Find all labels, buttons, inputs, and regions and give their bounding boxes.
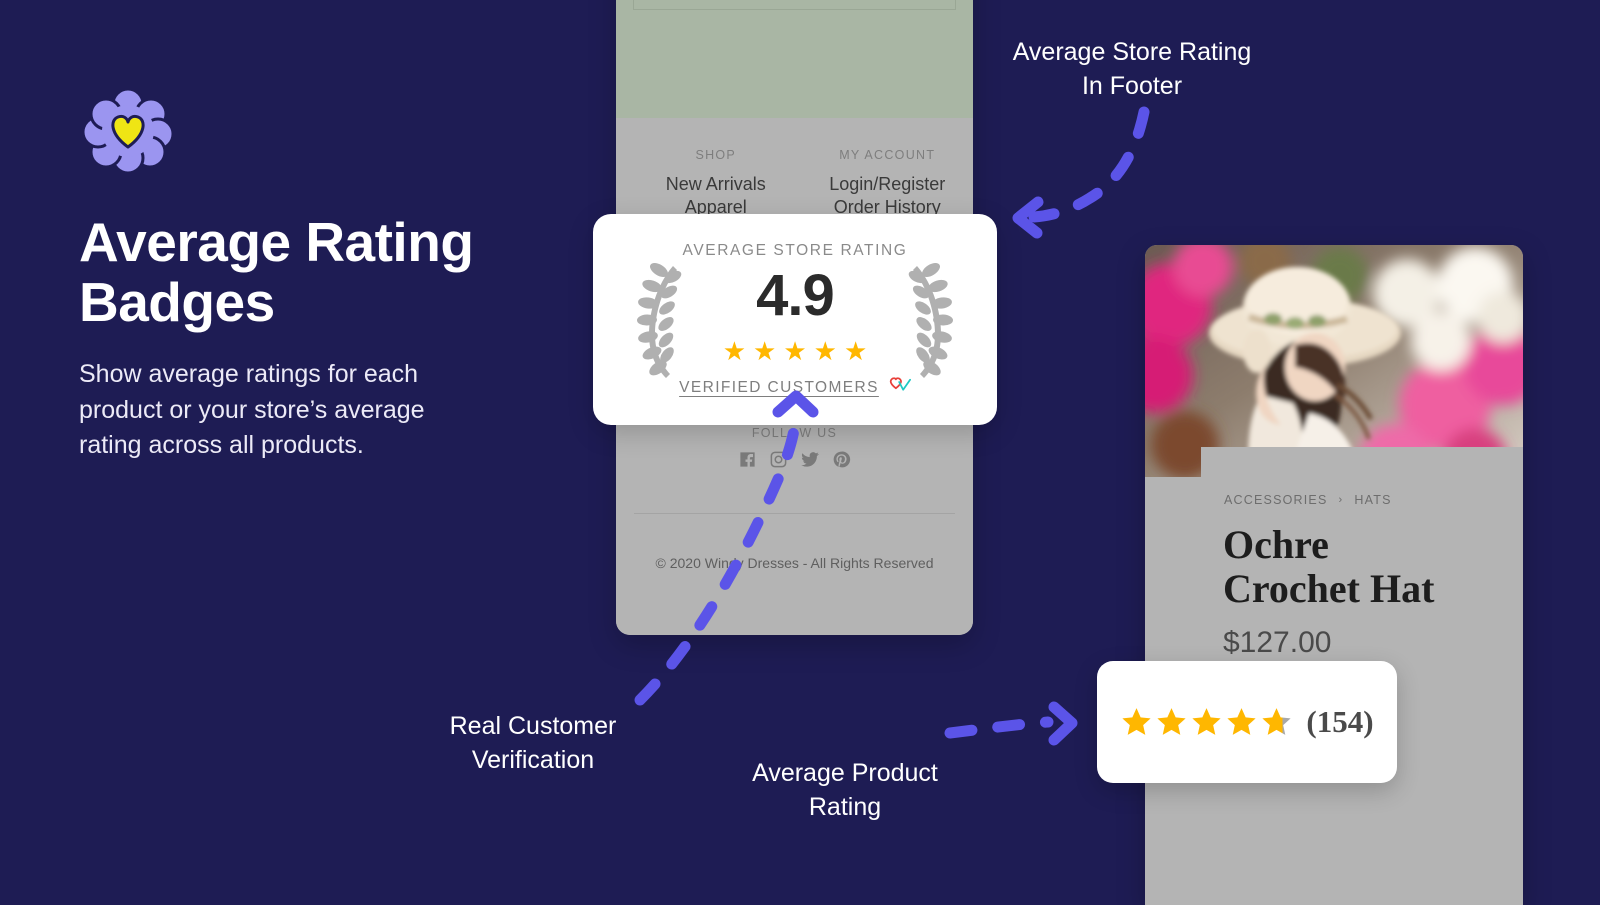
follow-us-heading: FOLLOW US xyxy=(751,426,838,440)
verified-customers-link[interactable]: VERIFIED CUSTOMERS xyxy=(593,377,997,399)
average-store-rating-badge[interactable]: AVERAGE STORE RATING 4.9 ★ ★ ★ ★ ★ VERIF… xyxy=(593,214,997,425)
copyright-text: © 2020 Windy Dresses - All Rights Reserv… xyxy=(655,555,934,571)
slide-canvas: Average Rating Badges Show average ratin… xyxy=(0,0,1600,905)
star-icon xyxy=(1157,708,1187,735)
product-title-line1: Ochre xyxy=(1223,522,1329,567)
star-icon: ★ xyxy=(843,336,868,366)
footer-link[interactable]: New Arrivals xyxy=(630,173,802,196)
star-icon: ★ xyxy=(813,336,837,366)
facebook-icon[interactable] xyxy=(738,450,757,469)
star-icon xyxy=(1122,708,1152,735)
store-rating-score: 4.9 xyxy=(756,263,835,328)
star-icon xyxy=(1227,708,1257,735)
annotation-footer-rating: Average Store Rating In Footer xyxy=(1012,38,1252,100)
product-price: $127.00 xyxy=(1223,626,1332,659)
footer-divider xyxy=(634,513,955,514)
chevron-right-icon: › xyxy=(1338,494,1344,506)
average-product-rating-badge[interactable]: (154) xyxy=(1097,661,1397,783)
star-icon xyxy=(1192,708,1222,735)
column-heading: MY ACCOUNT xyxy=(839,148,936,162)
annotation-average-product-rating: Average Product Rating xyxy=(752,759,938,821)
product-title: Ochre Crochet Hat xyxy=(1223,523,1509,610)
newsletter-section: name@email.com SUBSCRIBE xyxy=(616,0,973,118)
store-rating-stars: ★ ★ ★ ★ ★ xyxy=(593,338,997,364)
social-links xyxy=(616,450,973,469)
star-icon: ★ xyxy=(783,336,807,366)
product-photo xyxy=(1145,245,1523,477)
product-rating-stars xyxy=(1120,706,1293,738)
footer-column-my-account: MY ACCOUNT Login/Register Order History xyxy=(802,148,974,219)
arrow-to-store-badge xyxy=(1028,106,1150,223)
annotation-real-customer-verification: Real Customer Verification xyxy=(449,712,617,774)
breadcrumb-item[interactable]: ACCESSORIES xyxy=(1224,493,1328,507)
footer-link-columns: SHOP New Arrivals Apparel MY ACCOUNT Log… xyxy=(616,148,973,219)
pinterest-icon[interactable] xyxy=(832,450,851,469)
product-title-line2: Crochet Hat xyxy=(1223,565,1435,611)
star-icon: ★ xyxy=(722,336,747,366)
instagram-icon[interactable] xyxy=(769,450,788,469)
arrow-to-product-badge xyxy=(944,716,1054,739)
star-icon: ★ xyxy=(753,336,777,366)
product-card: ACCESSORIES › HATS Ochre Crochet Hat $12… xyxy=(1145,245,1523,905)
arrowhead-product-badge xyxy=(1048,701,1078,746)
star-icon-partial xyxy=(1262,708,1292,735)
footer-link[interactable]: Login/Register xyxy=(802,173,974,196)
breadcrumb-item[interactable]: HATS xyxy=(1354,493,1391,507)
flower-heart-logo-icon xyxy=(80,86,176,174)
breadcrumb: ACCESSORIES › HATS xyxy=(1224,493,1392,507)
page-description: Show average ratings for each product or… xyxy=(79,360,425,459)
twitter-icon[interactable] xyxy=(800,450,820,469)
column-heading: SHOP xyxy=(695,148,737,162)
verified-customers-label: VERIFIED CUSTOMERS xyxy=(679,379,879,396)
arrowhead-store-badge xyxy=(1012,196,1044,239)
newsletter-box: name@email.com SUBSCRIBE xyxy=(633,0,956,10)
footer-column-shop: SHOP New Arrivals Apparel xyxy=(616,148,802,219)
heart-check-logo-icon xyxy=(887,377,911,399)
page-title: Average Rating Badges xyxy=(79,211,474,333)
store-rating-title: AVERAGE STORE RATING xyxy=(682,242,908,259)
review-count: (154) xyxy=(1306,704,1374,739)
